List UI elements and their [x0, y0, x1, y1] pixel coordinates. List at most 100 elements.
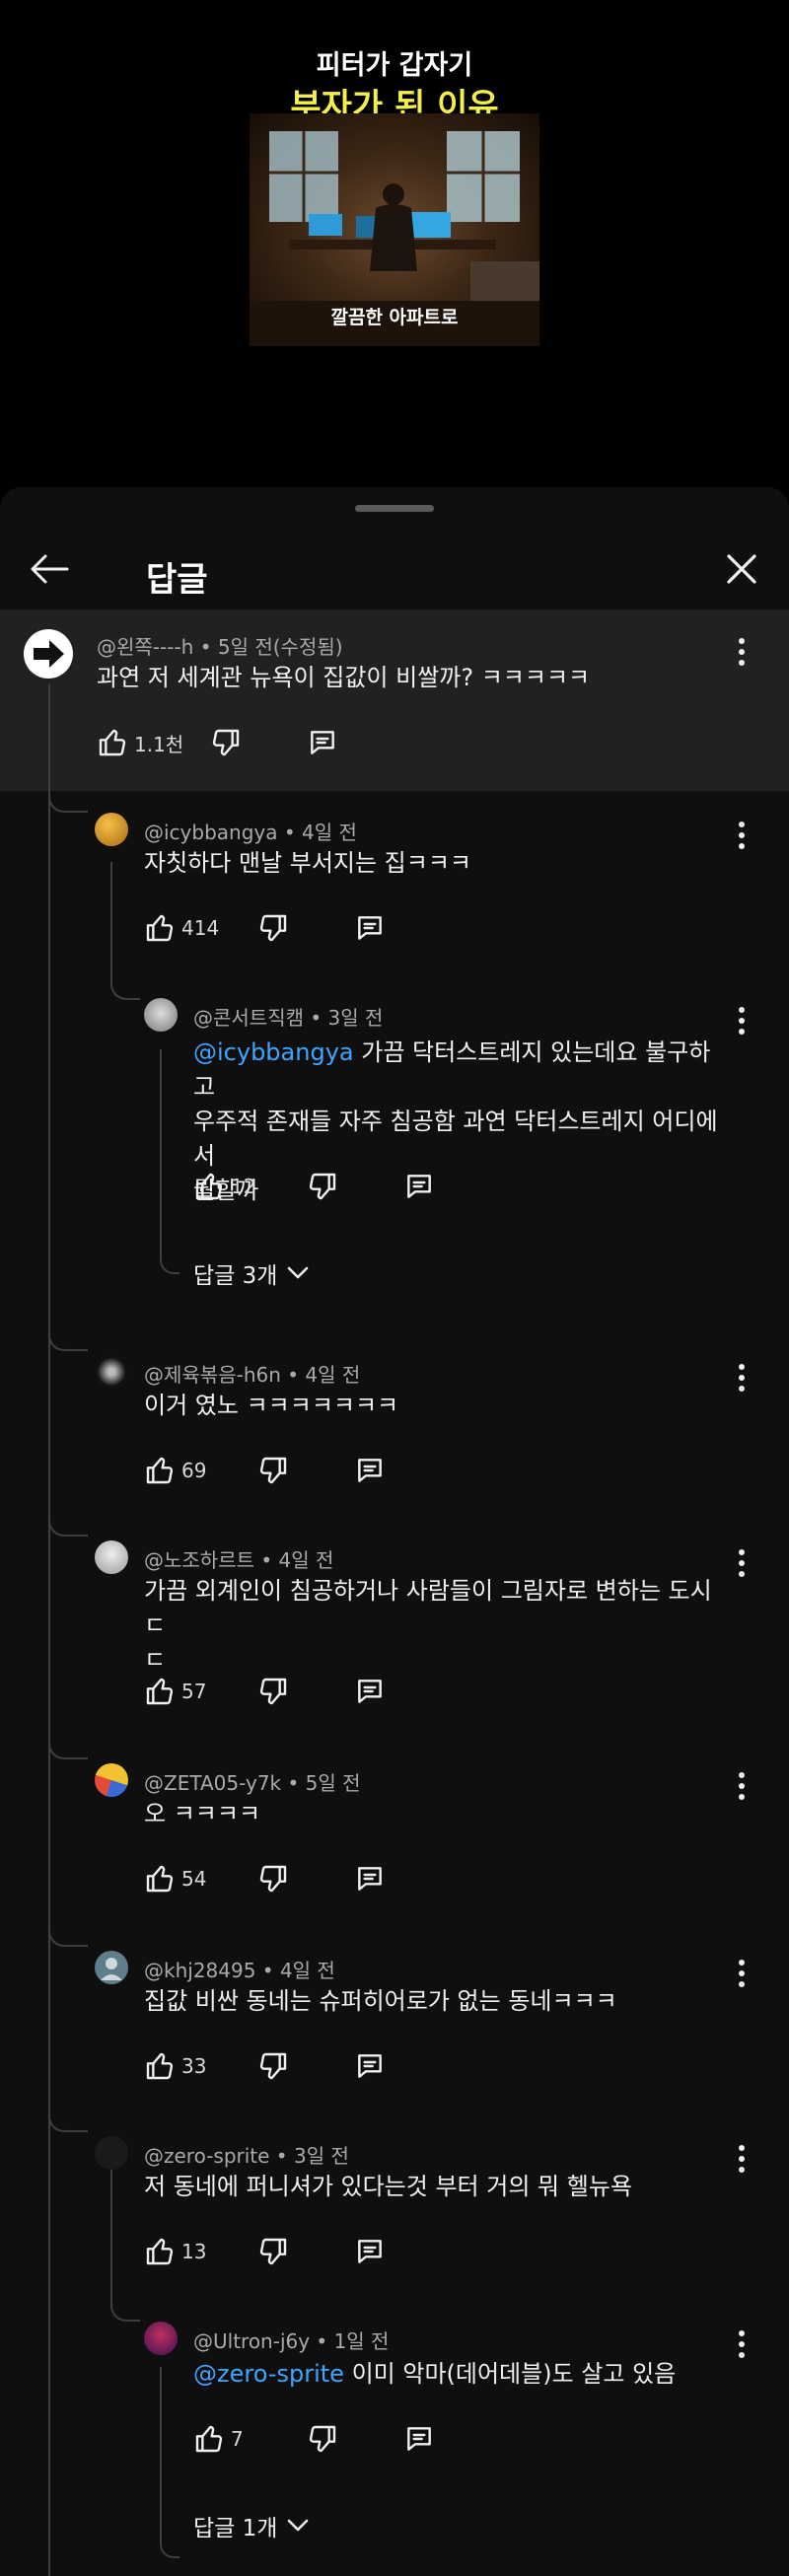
dislike-button[interactable] — [257, 905, 289, 951]
avatar[interactable] — [95, 2136, 128, 2170]
avatar[interactable] — [144, 998, 178, 1032]
close-icon — [727, 554, 756, 584]
reply-button[interactable] — [306, 720, 339, 765]
comment-actions: 7 — [193, 2416, 509, 2462]
arrow-right-icon — [34, 640, 64, 668]
view-replies-label: 답글 1개 — [193, 2516, 278, 2541]
like-count: 13 — [181, 2240, 207, 2263]
dislike-button[interactable] — [307, 1164, 338, 1209]
dislike-button[interactable] — [257, 2043, 289, 2089]
reply-icon — [358, 2054, 382, 2078]
thumb-up-icon — [146, 2052, 174, 2080]
view-replies-button[interactable]: 답글 3개 — [193, 1256, 309, 1290]
thumb-up-icon — [146, 914, 174, 942]
dislike-button[interactable] — [257, 2229, 289, 2274]
reply-comment: @icybbangya • 4일 전 자칫하다 맨날 부서지는 집ㅋㅋㅋ 414 — [0, 813, 789, 990]
nested-reply-comment: @콘서트직캠 • 3일 전 @icybbangya 가끔 닥터스트레지 있는데요… — [0, 998, 789, 1289]
avatar[interactable] — [95, 813, 128, 846]
thumb-up-icon — [195, 1173, 223, 1200]
comment-actions: 57 — [144, 1669, 460, 1714]
like-button[interactable]: 7 — [193, 2416, 244, 2462]
thumb-down-icon — [259, 1457, 287, 1484]
parent-comment: @왼쪽----h • 5일 전(수정됨) 과연 저 세계관 뉴욕이 집값이 비쌀… — [0, 609, 789, 791]
like-button[interactable]: 69 — [144, 1448, 206, 1493]
like-button[interactable]: 57 — [144, 1669, 206, 1714]
like-button[interactable]: 1.1천 — [97, 720, 183, 765]
video-title-line1: 피터가 갑자기 — [316, 50, 473, 81]
comment-actions: 54 — [144, 1856, 460, 1901]
reply-icon — [358, 1867, 382, 1891]
avatar[interactable] — [95, 1951, 128, 1984]
like-button[interactable]: 12 — [193, 1164, 255, 1209]
comment-actions: 414 — [144, 905, 460, 951]
video-caption: 깔끔한 아파트로 — [330, 307, 459, 328]
comment-actions: 13 — [144, 2229, 460, 2274]
thumb-up-icon — [146, 1678, 174, 1705]
like-button[interactable]: 414 — [144, 905, 219, 951]
dislike-button[interactable] — [210, 720, 242, 765]
reply-button[interactable] — [402, 2416, 436, 2462]
video-player[interactable]: 피터가 갑자기 부자가 된 이유 깔끔한 아파트로 — [0, 0, 789, 487]
more-button[interactable] — [727, 813, 756, 858]
reply-button[interactable] — [353, 1856, 387, 1901]
like-count: 69 — [181, 1459, 207, 1482]
more-button[interactable] — [727, 629, 756, 675]
thumb-down-icon — [259, 1865, 287, 1893]
avatar[interactable] — [95, 1763, 128, 1797]
sheet-header: 답글 — [0, 527, 789, 611]
thumb-up-icon — [146, 1457, 174, 1484]
thumb-down-icon — [259, 2238, 287, 2265]
comment-text: 가끔 외계인이 침공하거나 사람들이 그림자로 변하는 도시 ㄷ ㄷ — [144, 1577, 712, 1674]
reply-icon — [358, 916, 382, 940]
more-button[interactable] — [727, 998, 756, 1043]
more-button[interactable] — [727, 1763, 756, 1809]
view-replies-label: 답글 3개 — [193, 1263, 278, 1289]
replies-sheet: 답글 @왼쪽----h • 5일 전(수정됨) 과연 저 세계관 뉴욕이 집값이… — [0, 487, 789, 2576]
reply-button[interactable] — [402, 1164, 436, 1209]
more-button[interactable] — [727, 2136, 756, 2182]
more-button[interactable] — [727, 2322, 756, 2367]
mention-link[interactable]: @icybbangya — [193, 1038, 354, 1066]
comment-actions: 33 — [144, 2043, 460, 2089]
dislike-button[interactable] — [257, 1856, 289, 1901]
drag-handle[interactable] — [355, 505, 434, 512]
like-button[interactable]: 33 — [144, 2043, 206, 2089]
reply-button[interactable] — [353, 2229, 387, 2274]
comment-author-time: @icybbangya • 4일 전 — [144, 821, 357, 844]
avatar[interactable] — [95, 1540, 128, 1574]
more-button[interactable] — [727, 1951, 756, 1996]
reply-button[interactable] — [353, 1669, 387, 1714]
avatar[interactable] — [24, 629, 73, 679]
like-count: 54 — [181, 1867, 207, 1891]
thumb-down-icon — [259, 1678, 287, 1705]
thumb-up-icon — [99, 729, 126, 756]
dislike-button[interactable] — [257, 1669, 289, 1714]
reply-button[interactable] — [353, 905, 387, 951]
person-icon — [101, 1958, 122, 1980]
reply-button[interactable] — [353, 1448, 387, 1493]
page-title: 답글 — [146, 560, 208, 600]
reply-icon — [358, 1459, 382, 1482]
view-replies-button[interactable]: 답글 1개 — [193, 2509, 309, 2542]
thumb-up-icon — [146, 1865, 174, 1893]
comment-author-time: @제육볶음-h6n • 4일 전 — [144, 1363, 361, 1387]
mention-link[interactable]: @zero-sprite — [193, 2360, 344, 2388]
more-button[interactable] — [727, 1540, 756, 1586]
reply-comment: @ZETA05-y7k • 5일 전 오 ㅋㅋㅋㅋ 54 — [0, 1763, 789, 1931]
avatar[interactable] — [95, 1355, 128, 1389]
avatar[interactable] — [144, 2322, 178, 2355]
close-button[interactable] — [714, 544, 769, 594]
reply-button[interactable] — [353, 2043, 387, 2089]
more-button[interactable] — [727, 1355, 756, 1400]
like-count: 12 — [231, 1175, 256, 1198]
dislike-button[interactable] — [307, 2416, 338, 2462]
like-button[interactable]: 54 — [144, 1856, 206, 1901]
dislike-button[interactable] — [257, 1448, 289, 1493]
reply-comment: @제육볶음-h6n • 4일 전 이거 였노 ㅋㅋㅋㅋㅋㅋㅋ 69 — [0, 1355, 789, 1523]
thumb-down-icon — [309, 1173, 336, 1200]
comment-author-time: @khj28495 • 4일 전 — [144, 1959, 335, 1982]
back-button[interactable] — [22, 544, 77, 594]
thumb-down-icon — [259, 2052, 287, 2080]
like-button[interactable]: 13 — [144, 2229, 206, 2274]
thumb-down-icon — [309, 2425, 336, 2453]
